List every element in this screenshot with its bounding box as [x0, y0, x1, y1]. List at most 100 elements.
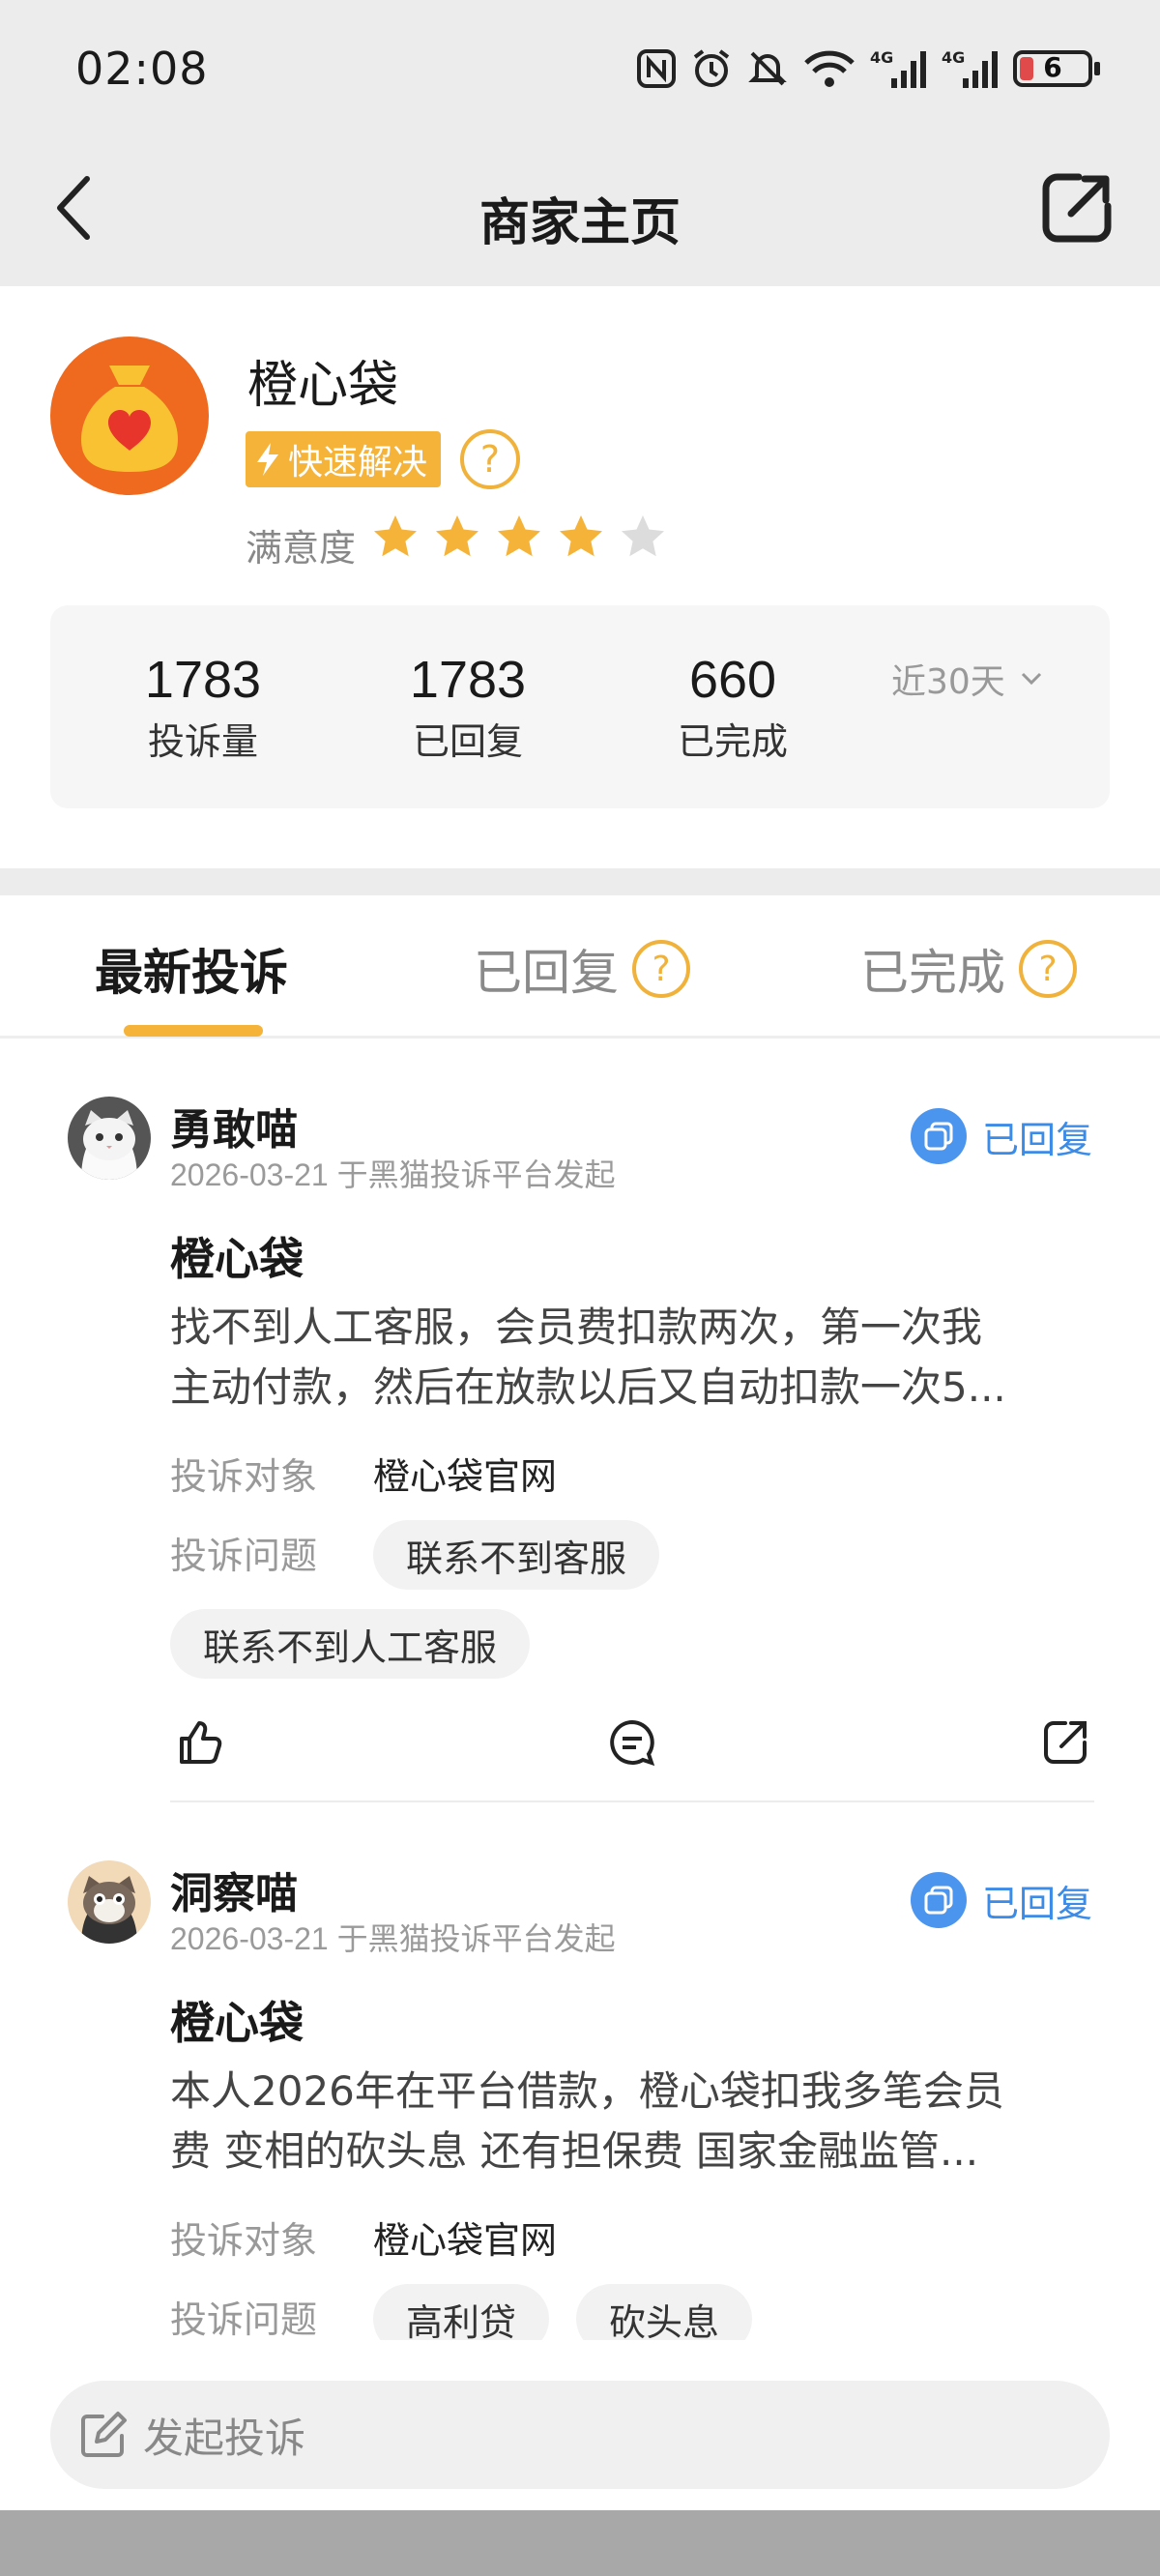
- complaint-title[interactable]: 橙心袋: [170, 1224, 304, 1288]
- tab-label: 最新投诉: [95, 945, 288, 1001]
- badge-label: 快速解决: [288, 443, 428, 483]
- svg-text:4G: 4G: [870, 48, 893, 67]
- target-value: 橙心袋官网: [373, 2219, 558, 2262]
- satisfaction-label: 满意度: [246, 527, 357, 570]
- edit-icon: [81, 2412, 127, 2457]
- star-filled-icon: [374, 515, 417, 557]
- merchant-name: 橙心袋: [247, 357, 399, 415]
- body-line: 费 变相的砍头息 还有担保费 国家金融监管...: [170, 2127, 979, 2175]
- merchant-logo: [50, 337, 209, 495]
- share-icon: [1044, 1721, 1087, 1764]
- complaint-body[interactable]: 找不到人工客服，会员费扣款两次，第一次我 主动付款，然后在放款以后又自动扣款一次…: [170, 1298, 1098, 1418]
- body-line: 找不到人工客服，会员费扣款两次，第一次我: [170, 1303, 983, 1351]
- help-icon[interactable]: ?: [460, 429, 520, 489]
- stat-complaints: 1783 投诉量: [97, 650, 309, 765]
- star-empty-icon: [622, 515, 664, 557]
- stat-label: 已回复: [412, 720, 523, 763]
- complaint-title[interactable]: 橙心袋: [170, 1988, 304, 2052]
- target-value: 橙心袋官网: [373, 1455, 558, 1498]
- issue-tag: 高利贷: [373, 2284, 550, 2340]
- complaint-card[interactable]: 洞察喵 2026-03-21 于黑猫投诉平台发起 已回复 橙心袋 本人2026年…: [0, 1802, 1160, 2340]
- tab-label: 已回复: [474, 945, 619, 1001]
- complaint-list: 勇敢喵 2026-03-21 于黑猫投诉平台发起 已回复 橙心袋 找不到人工客服…: [0, 1039, 1160, 2340]
- lightning-icon: [257, 443, 278, 476]
- share-button[interactable]: [1036, 1713, 1094, 1771]
- wifi-icon: [804, 50, 855, 87]
- complaint-card[interactable]: 勇敢喵 2026-03-21 于黑猫投诉平台发起 已回复 橙心袋 找不到人工客服…: [0, 1039, 1160, 1802]
- body-line: 主动付款，然后在放款以后又自动扣款一次5...: [170, 1363, 1006, 1411]
- signal-4g-icon: 4G: [870, 48, 926, 88]
- stat-label: 投诉量: [147, 720, 258, 763]
- stat-value: 1783: [409, 651, 527, 709]
- complaint-tabs: 最新投诉 已回复 ? 已完成 ?: [0, 895, 1160, 1039]
- like-button[interactable]: [170, 1713, 228, 1771]
- clock: 02:08: [75, 43, 209, 95]
- page-title: 商家主页: [478, 194, 681, 252]
- merchant-card: 橙心袋 快速解决 ? 满意度 1783 投诉量 1783 已回复 660 已完成…: [0, 286, 1160, 868]
- compose-complaint-button[interactable]: 发起投诉: [50, 2381, 1110, 2489]
- status-badge: 已回复: [910, 1108, 1092, 1164]
- cat-avatar-icon: [68, 1097, 151, 1180]
- complaint-body[interactable]: 本人2026年在平台借款，橙心袋扣我多笔会员 费 变相的砍头息 还有担保费 国家…: [170, 2062, 1098, 2181]
- money-bag-icon: [81, 366, 178, 472]
- status-label: 已回复: [981, 1118, 1092, 1161]
- issue-tag: 联系不到客服: [373, 1520, 660, 1590]
- stats-panel: 1783 投诉量 1783 已回复 660 已完成 近30天: [50, 605, 1110, 808]
- system-nav-bar: [0, 2510, 1160, 2576]
- username[interactable]: 勇敢喵: [170, 1095, 298, 1156]
- card-actions: [170, 1713, 1094, 1771]
- help-icon[interactable]: ?: [632, 940, 690, 998]
- star-filled-icon: [436, 515, 478, 557]
- tab-replied[interactable]: 已回复 ?: [474, 934, 690, 1004]
- share-icon: [1042, 173, 1112, 243]
- body-line: 本人2026年在平台借款，橙心袋扣我多笔会员: [170, 2067, 1004, 2115]
- svg-text:4G: 4G: [942, 48, 965, 67]
- comment-button[interactable]: [603, 1713, 661, 1771]
- stat-value: 660: [688, 651, 777, 709]
- rating-stars: [371, 512, 667, 561]
- tab-completed[interactable]: 已完成 ?: [860, 934, 1077, 1004]
- status-icons: 4G 4G 6: [636, 44, 1100, 93]
- bottom-bar: 发起投诉: [0, 2340, 1160, 2510]
- fast-resolve-badge: 快速解决: [246, 431, 442, 487]
- stat-value: 1783: [144, 651, 262, 709]
- battery-icon: 6: [1013, 50, 1100, 87]
- period-label: 近30天: [891, 662, 1005, 702]
- cat-avatar-icon: [68, 1860, 151, 1944]
- alarm-icon: [693, 49, 730, 87]
- tab-indicator: [124, 1025, 263, 1037]
- replied-status-icon: [910, 1108, 967, 1164]
- target-label: 投诉对象: [170, 1455, 318, 1498]
- status-label: 已回复: [981, 1882, 1092, 1925]
- help-icon[interactable]: ?: [1019, 940, 1077, 998]
- complaint-meta: 2026-03-21 于黑猫投诉平台发起: [170, 1157, 616, 1192]
- star-filled-icon: [560, 515, 602, 557]
- share-button[interactable]: [1029, 155, 1125, 261]
- issue-label: 投诉问题: [170, 2298, 318, 2340]
- tab-label: 已完成: [860, 945, 1005, 1001]
- status-badge: 已回复: [910, 1872, 1092, 1928]
- replied-status-icon: [910, 1872, 967, 1928]
- nfc-icon: [637, 49, 676, 88]
- issue-tag: 砍头息: [576, 2284, 753, 2340]
- star-filled-icon: [498, 515, 540, 557]
- status-bar: 02:08 4G 4G 6: [0, 0, 1160, 135]
- nav-bar: 商家主页: [0, 135, 1160, 286]
- stat-completed: 660 已完成: [626, 650, 839, 765]
- mute-icon: [748, 51, 787, 86]
- battery-level: 6: [1043, 51, 1062, 83]
- period-select[interactable]: 近30天: [891, 654, 1042, 704]
- complaint-meta: 2026-03-21 于黑猫投诉平台发起: [170, 1921, 616, 1956]
- stat-label: 已完成: [677, 720, 788, 763]
- thumbs-up-icon: [180, 1721, 222, 1764]
- tab-latest[interactable]: 最新投诉: [95, 934, 288, 1004]
- avatar[interactable]: [68, 1097, 151, 1180]
- compose-label: 发起投诉: [143, 2414, 306, 2462]
- issue-label: 投诉问题: [170, 1535, 318, 1577]
- issue-tag: 联系不到人工客服: [170, 1609, 531, 1679]
- target-label: 投诉对象: [170, 2219, 318, 2262]
- chevron-down-icon: [1021, 672, 1041, 686]
- avatar[interactable]: [68, 1860, 151, 1944]
- username[interactable]: 洞察喵: [170, 1859, 298, 1920]
- comment-icon: [610, 1719, 655, 1767]
